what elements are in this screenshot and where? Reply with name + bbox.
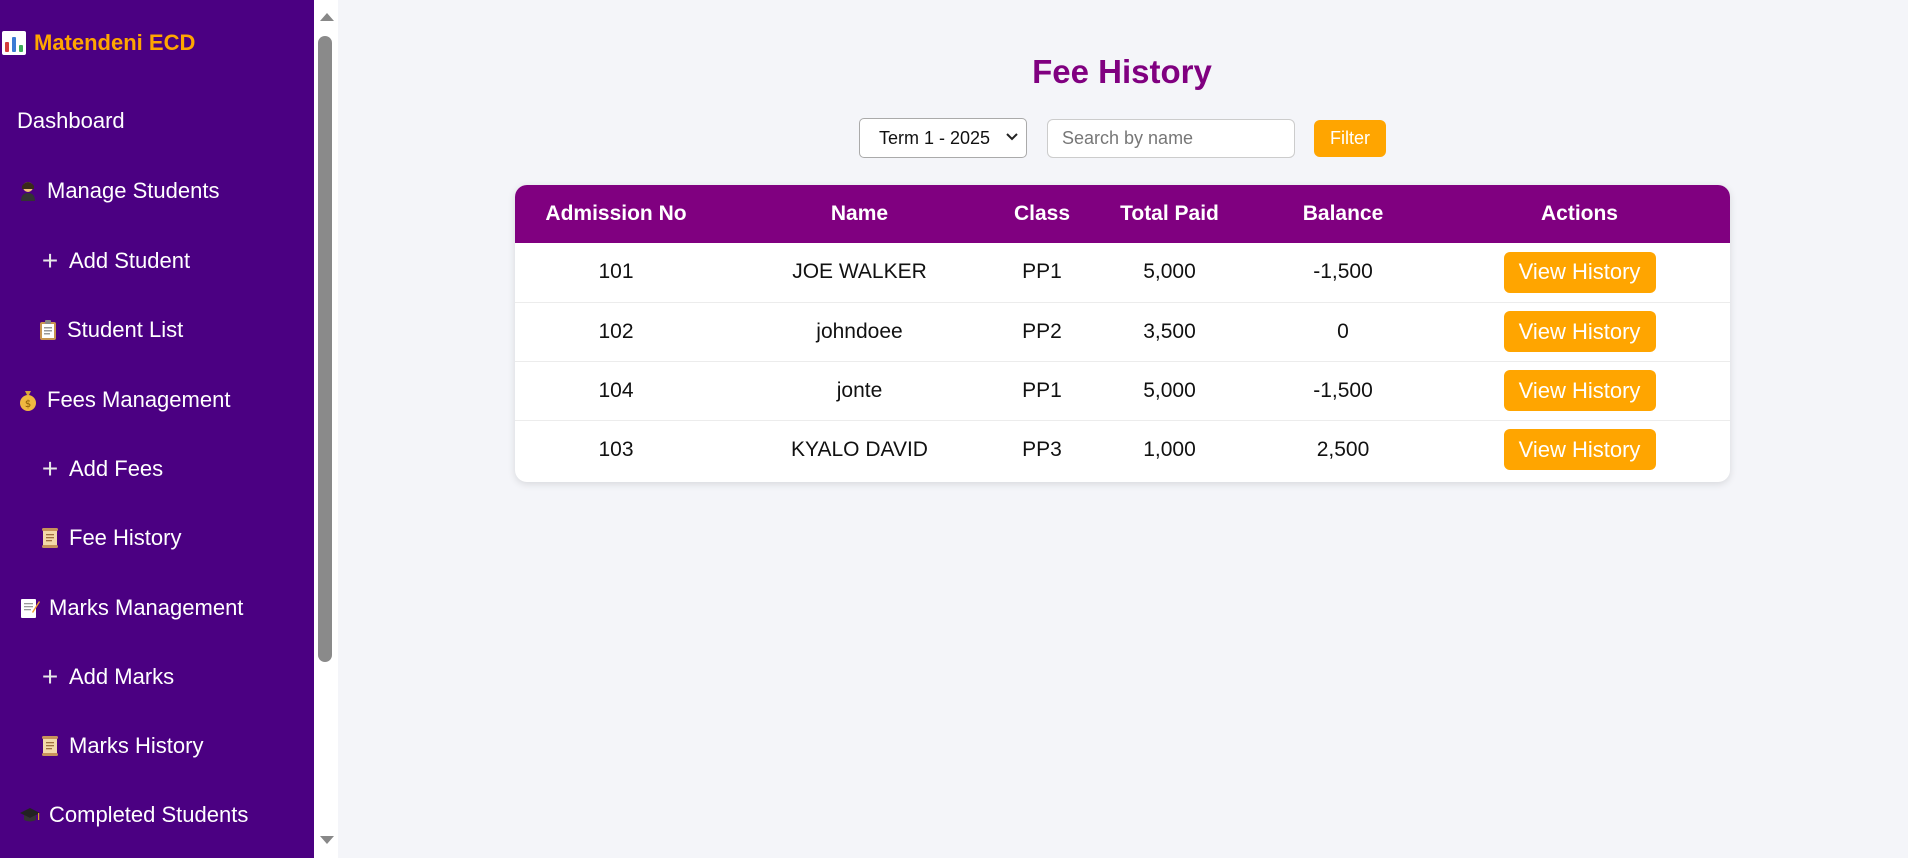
cell-balance: 2,500 <box>1316 437 1370 461</box>
cell-balance: -1,500 <box>1313 260 1373 284</box>
fee-history-table: Admission No Name Class Total Paid Balan… <box>515 185 1730 482</box>
scroll-icon <box>39 527 61 549</box>
cell-total-paid: 1,000 <box>1143 437 1196 461</box>
cell-admission-no: 101 <box>598 260 634 284</box>
sidebar-item-label: Add Student <box>69 248 191 273</box>
graduation-cap-icon <box>19 804 41 826</box>
sidebar-item-fee-history[interactable]: Fee History <box>39 525 181 551</box>
table-row: 102 johndoee PP2 3,500 0 View History <box>515 302 1730 361</box>
sidebar-item-fees-management[interactable]: $ Fees Management <box>17 387 230 413</box>
sidebar-item-label: Fee History <box>69 525 182 550</box>
sidebar-item-label: Manage Students <box>47 178 220 203</box>
sidebar-item-add-marks[interactable]: + Add Marks <box>39 661 175 692</box>
sidebar-item-marks-history[interactable]: Marks History <box>39 733 203 759</box>
search-input[interactable] <box>1047 119 1295 158</box>
cell-name: KYALO DAVID <box>791 437 928 461</box>
sidebar-item-add-student[interactable]: + Add Student <box>39 245 191 276</box>
scrollbar-thumb[interactable] <box>318 36 332 662</box>
scroll-up-arrow-icon[interactable] <box>320 13 334 21</box>
sidebar-item-label: Fees Management <box>47 387 231 412</box>
plus-icon: + <box>41 661 59 692</box>
cell-balance: -1,500 <box>1313 378 1373 402</box>
column-header: Balance <box>1302 202 1384 225</box>
sidebar-item-label: Student List <box>67 317 184 342</box>
cell-balance: 0 <box>1337 319 1349 343</box>
sidebar-item-label: Add Marks <box>69 664 175 689</box>
cell-total-paid: 5,000 <box>1143 378 1196 402</box>
view-history-button[interactable]: View History <box>1503 251 1656 293</box>
sidebar-item-add-fees[interactable]: + Add Fees <box>39 453 164 484</box>
cell-total-paid: 3,500 <box>1143 319 1196 343</box>
cell-actions: View History <box>1429 302 1730 361</box>
plus-icon: + <box>41 245 59 276</box>
sidebar-item-marks-management[interactable]: Marks Management <box>19 595 243 621</box>
term-select[interactable]: Term 1 - 2025 <box>859 118 1027 158</box>
scroll-down-arrow-icon[interactable] <box>320 836 334 844</box>
view-history-button[interactable]: View History <box>1503 370 1656 411</box>
cell-actions: View History <box>1429 420 1730 479</box>
sidebar-item-completed-students[interactable]: Completed Students <box>19 802 248 828</box>
term-select-value: Term 1 - 2025 <box>879 127 991 148</box>
clipboard-icon <box>37 319 59 341</box>
cell-admission-no: 103 <box>598 437 634 461</box>
cell-total-paid: 5,000 <box>1143 260 1196 284</box>
table-header-row: Admission No Name Class Total Paid Balan… <box>515 185 1730 243</box>
column-header: Admission No <box>545 202 687 225</box>
student-icon <box>17 180 39 202</box>
table-row: 101 JOE WALKER PP1 5,000 -1,500 View His… <box>515 243 1730 302</box>
scroll-icon <box>39 735 61 757</box>
sidebar-item-label: Completed Students <box>49 802 249 827</box>
cell-actions: View History <box>1429 243 1730 302</box>
memo-icon <box>19 597 41 619</box>
sidebar-item-student-list[interactable]: Student List <box>37 317 183 343</box>
plus-icon: + <box>41 453 59 484</box>
cell-class: PP2 <box>1022 319 1062 343</box>
column-header: Total Paid <box>1120 202 1219 225</box>
bar-chart-icon <box>2 31 26 55</box>
sidebar-scrollbar[interactable] <box>314 0 338 858</box>
cell-admission-no: 104 <box>598 378 634 402</box>
cell-actions: View History <box>1429 361 1730 420</box>
cell-class: PP1 <box>1022 260 1062 284</box>
sidebar-item-label: Add Fees <box>69 456 164 481</box>
money-bag-icon: $ <box>17 389 39 411</box>
sidebar-item-manage-students[interactable]: Manage Students <box>17 178 219 204</box>
svg-text:$: $ <box>25 399 31 410</box>
cell-class: PP1 <box>1022 378 1062 402</box>
cell-name: JOE WALKER <box>792 260 927 284</box>
filter-button[interactable]: Filter <box>1314 120 1386 157</box>
column-header: Actions <box>1540 202 1618 225</box>
sidebar-item-label: Marks Management <box>49 595 244 620</box>
sidebar-item-label: Dashboard <box>17 108 125 133</box>
table-row: 104 jonte PP1 5,000 -1,500 View History <box>515 361 1730 420</box>
page-title: Fee History <box>1032 53 1212 90</box>
view-history-button[interactable]: View History <box>1503 311 1656 352</box>
column-header: Name <box>830 202 889 225</box>
column-header: Class <box>1013 202 1071 225</box>
table-row: 103 KYALO DAVID PP3 1,000 2,500 View His… <box>515 420 1730 479</box>
cell-name: jonte <box>836 378 883 402</box>
cell-admission-no: 102 <box>598 319 634 343</box>
cell-name: johndoee <box>816 319 903 343</box>
view-history-button[interactable]: View History <box>1503 429 1656 471</box>
chevron-down-icon <box>1005 129 1019 147</box>
sidebar-item-dashboard[interactable]: Dashboard <box>17 108 125 134</box>
cell-class: PP3 <box>1022 437 1062 461</box>
sidebar-item-label: Marks History <box>69 733 204 758</box>
sidebar: Matendeni ECD Dashboard Manage Students … <box>0 0 314 858</box>
